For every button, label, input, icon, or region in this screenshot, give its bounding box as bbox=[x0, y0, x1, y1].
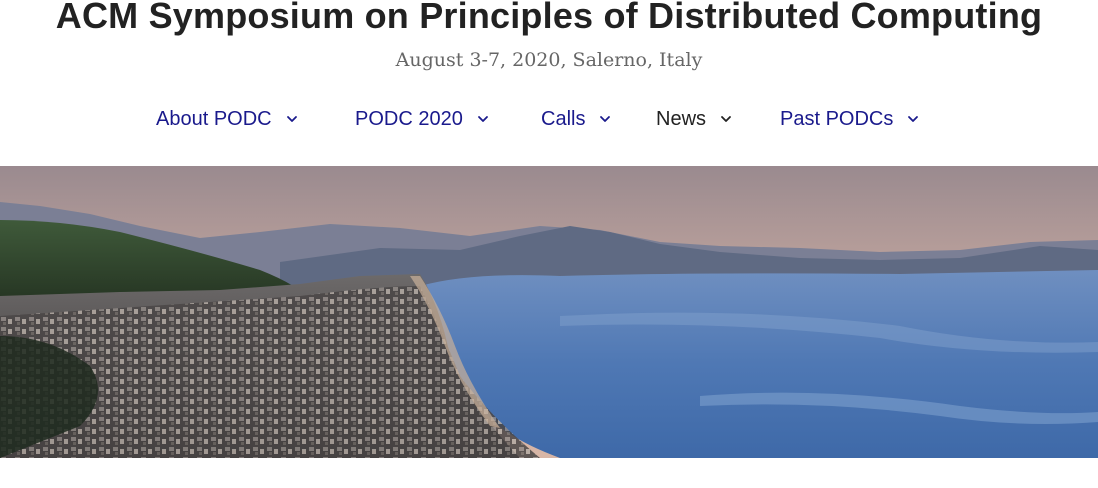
site-title: ACM Symposium on Principles of Distribut… bbox=[55, 0, 1043, 36]
site-subtitle: August 3-7, 2020, Salerno, Italy bbox=[395, 49, 703, 71]
chevron-down-icon[interactable] bbox=[720, 113, 732, 125]
nav-item-label: Past PODCs bbox=[780, 107, 894, 130]
nav-item-label: PODC 2020 bbox=[355, 107, 463, 130]
nav-item-calls[interactable]: Calls bbox=[541, 100, 611, 138]
chevron-down-icon[interactable] bbox=[477, 113, 489, 125]
chevron-down-icon[interactable] bbox=[599, 113, 611, 125]
site-header: ACM Symposium on Principles of Distribut… bbox=[0, 0, 1098, 166]
nav-item-about-podc[interactable]: About PODC bbox=[156, 100, 298, 138]
main-nav: About PODC PODC 2020 Calls News Past POD… bbox=[0, 100, 1098, 138]
salerno-coastline-photo bbox=[0, 166, 1098, 458]
hero-image bbox=[0, 166, 1098, 458]
nav-item-label: About PODC bbox=[156, 107, 272, 130]
chevron-down-icon[interactable] bbox=[907, 113, 919, 125]
nav-item-news[interactable]: News bbox=[656, 100, 732, 138]
nav-item-past-podcs[interactable]: Past PODCs bbox=[780, 100, 919, 138]
chevron-down-icon[interactable] bbox=[286, 113, 298, 125]
nav-item-label: News bbox=[656, 107, 707, 130]
nav-item-podc-2020[interactable]: PODC 2020 bbox=[355, 100, 489, 138]
nav-item-label: Calls bbox=[541, 107, 586, 130]
